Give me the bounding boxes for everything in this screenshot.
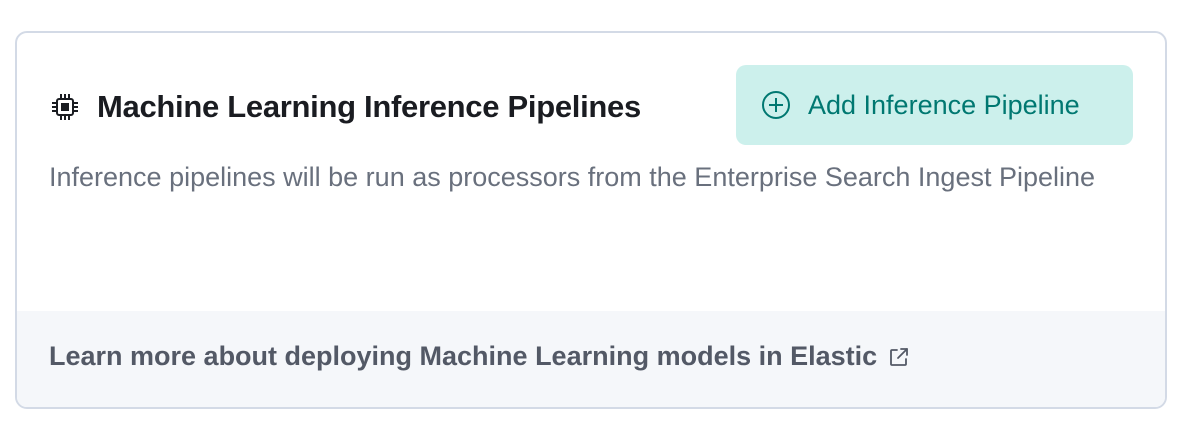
panel-body: Machine Learning Inference Pipelines Add… [17, 33, 1165, 313]
add-inference-pipeline-button[interactable]: Add Inference Pipeline [736, 65, 1133, 145]
panel-description: Inference pipelines will be run as proce… [49, 162, 1096, 192]
compute-chip-icon [49, 91, 81, 123]
panel-header: Machine Learning Inference Pipelines Add… [49, 65, 1133, 145]
learn-more-link-label: Learn more about deploying Machine Learn… [49, 341, 878, 371]
external-link-icon [887, 345, 911, 369]
panel-title: Machine Learning Inference Pipelines [97, 89, 641, 124]
panel-footer: Learn more about deploying Machine Learn… [17, 311, 1165, 407]
ml-inference-panel: Machine Learning Inference Pipelines Add… [15, 31, 1167, 409]
title-group: Machine Learning Inference Pipelines [49, 89, 641, 125]
learn-more-link[interactable]: Learn more about deploying Machine Learn… [49, 341, 911, 372]
plus-in-circle-icon [760, 89, 792, 121]
add-inference-pipeline-label: Add Inference Pipeline [808, 89, 1080, 120]
